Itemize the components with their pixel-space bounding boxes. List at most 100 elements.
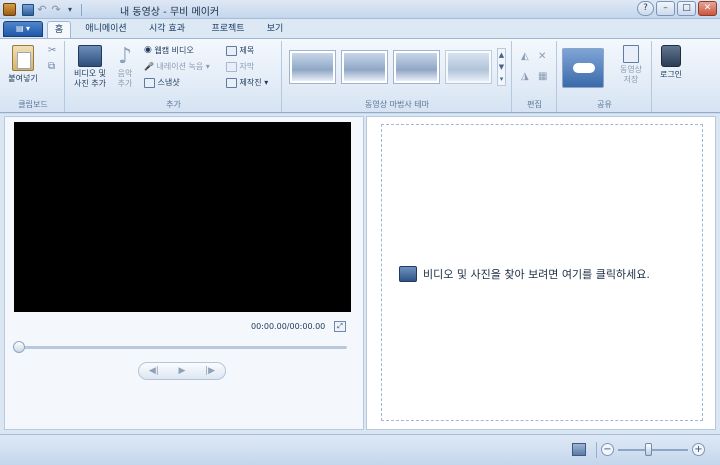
add-videos-label-line1: 비디오 및 (74, 69, 106, 78)
add-videos-photos-button[interactable]: 비디오 및 사진 추가 (68, 45, 112, 89)
record-narration-button[interactable]: 🎤 내레이션 녹음 ▾ (144, 61, 210, 72)
film-strip-icon (399, 266, 417, 282)
zoom-slider-thumb[interactable] (645, 443, 653, 456)
theme-thumbnail[interactable] (341, 50, 388, 84)
timecode: 00:00.00/00:00.00 (251, 322, 326, 331)
minimize-button[interactable]: – (656, 1, 675, 16)
save-movie-button[interactable]: 동영상 저장 (612, 45, 650, 85)
help-button[interactable]: ? (637, 1, 654, 16)
storyboard-pane: 비디오 및 사진을 찾아 보려면 여기를 클릭하세요. (366, 116, 716, 430)
paste-button[interactable]: 붙여넣기 (6, 45, 40, 84)
title-icon (226, 45, 237, 56)
webcam-video-button[interactable]: ◉ 웹캠 비디오 (144, 45, 194, 56)
save-icon[interactable] (22, 3, 34, 16)
storyboard-drop-zone[interactable]: 비디오 및 사진을 찾아 보려면 여기를 클릭하세요. (381, 124, 703, 421)
tab-visual-effects[interactable]: 시각 효과 (141, 21, 193, 38)
browse-media-message: 비디오 및 사진을 찾아 보려면 여기를 클릭하세요. (423, 268, 650, 281)
quick-access-toolbar: ↶ ↷ ▾ (22, 2, 85, 17)
zoom-out-button[interactable]: − (601, 443, 614, 456)
microphone-icon: 🎤 (144, 62, 154, 71)
gallery-more-icon[interactable]: ▾ (498, 73, 505, 85)
movie-maker-app-icon[interactable] (3, 3, 16, 16)
theme-thumbnail[interactable] (289, 50, 336, 84)
snapshot-button[interactable]: 스냅샷 (144, 77, 180, 88)
save-movie-label-line1: 동영상 (619, 65, 643, 74)
narration-dropdown-icon: ▾ (205, 62, 210, 71)
copy-icon[interactable]: ⧉ (48, 61, 55, 72)
customize-toolbar-dropdown-icon[interactable]: ▾ (64, 4, 76, 16)
playback-controls: ◀| ▶ |▶ (138, 362, 226, 380)
caption-button[interactable]: 자막 (226, 61, 254, 72)
caption-icon (226, 61, 237, 72)
credits-button[interactable]: 제작진 ▾ (226, 77, 268, 88)
rotate-left-icon[interactable]: ◭ (521, 51, 529, 62)
add-group-label: 추가 (166, 100, 181, 109)
credits-icon (226, 77, 237, 88)
video-preview-monitor[interactable] (14, 122, 351, 312)
tab-project[interactable]: 프로젝트 (202, 21, 254, 38)
editing-group-label: 편집 (527, 100, 542, 109)
music-note-icon: ♪ (117, 44, 133, 69)
toolbar-divider (81, 3, 82, 16)
title-button[interactable]: 제목 (226, 45, 254, 56)
tab-animations[interactable]: 애니메이션 (77, 21, 135, 38)
save-movie-icon (623, 45, 639, 63)
close-button[interactable]: ✕ (698, 1, 717, 16)
preview-pane: 00:00.00/00:00.00 ⤢ ◀| ▶ |▶ (4, 116, 364, 430)
undo-icon[interactable]: ↶ (36, 3, 48, 16)
automovie-themes-group: ▲ ▼ ▾ 동영상 마법사 테마 (283, 41, 512, 112)
seek-bar[interactable] (15, 346, 347, 349)
narration-label: 내레이션 녹음 (156, 62, 204, 71)
thumbnail-size-icon[interactable] (572, 443, 586, 456)
status-divider (596, 442, 597, 458)
clipboard-group-label: 클립보드 (18, 100, 48, 109)
zoom-slider-track[interactable] (618, 449, 688, 451)
theme-gallery-scroll[interactable]: ▲ ▼ ▾ (497, 48, 506, 86)
window-title: 내 동영상 - 무비 메이커 (120, 7, 220, 18)
cloud-share-icon[interactable] (562, 48, 604, 88)
paste-label: 붙여넣기 (8, 74, 38, 83)
previous-frame-button[interactable]: ◀| (149, 366, 159, 376)
caption-label: 자막 (239, 62, 255, 71)
credits-dropdown-icon: ▾ (264, 78, 269, 87)
ribbon-tab-row: ▤ ▾ 홈 애니메이션 시각 효과 프로젝트 보기 (0, 19, 720, 38)
snapshot-label: 스냅샷 (157, 78, 180, 87)
film-icon (78, 45, 102, 67)
webcam-label: 웹캠 비디오 (154, 46, 194, 55)
login-button[interactable]: 로그인 (656, 45, 686, 80)
browse-media-link[interactable]: 비디오 및 사진을 찾아 보려면 여기를 클릭하세요. (399, 266, 650, 282)
select-all-icon[interactable]: ▦ (538, 71, 547, 82)
seek-thumb[interactable] (13, 341, 25, 353)
file-menu-button[interactable]: ▤ ▾ (3, 21, 43, 37)
status-bar: − + (0, 434, 720, 465)
add-music-label-line2: 추가 (117, 79, 133, 88)
paste-icon (12, 45, 34, 71)
tab-view[interactable]: 보기 (261, 21, 289, 38)
next-frame-button[interactable]: |▶ (205, 366, 215, 376)
title-bar: ↶ ↷ ▾ 내 동영상 - 무비 메이커 ? – □ ✕ (0, 0, 720, 19)
login-label: 로그인 (659, 70, 683, 79)
add-music-button[interactable]: ♪ 음악 추가 (113, 45, 137, 89)
expand-preview-icon[interactable]: ⤢ (334, 321, 346, 332)
theme-thumbnail[interactable] (393, 50, 440, 84)
user-icon (661, 45, 681, 67)
rotate-right-icon[interactable]: ◮ (521, 71, 529, 82)
scroll-up-icon[interactable]: ▲ (498, 49, 505, 61)
remove-icon[interactable]: ✕ (538, 51, 546, 62)
tab-home[interactable]: 홈 (47, 21, 71, 38)
add-music-label-line1: 음악 (117, 69, 133, 78)
cut-icon[interactable]: ✂ (48, 45, 56, 56)
share-group-label: 공유 (597, 100, 612, 109)
clipboard-group: 붙여넣기 ✂ ⧉ 클립보드 (2, 41, 65, 112)
redo-icon[interactable]: ↷ (50, 3, 62, 16)
play-button[interactable]: ▶ (179, 366, 186, 376)
window-controls: ? – □ ✕ (637, 1, 717, 16)
maximize-button[interactable]: □ (677, 1, 696, 16)
credits-label: 제작진 (239, 78, 262, 87)
add-group: 비디오 및 사진 추가 ♪ 음악 추가 ◉ 웹캠 비디오 🎤 내레이션 녹음 ▾… (66, 41, 282, 112)
zoom-in-button[interactable]: + (692, 443, 705, 456)
snapshot-icon (144, 77, 155, 88)
themes-group-label: 동영상 마법사 테마 (365, 100, 429, 109)
theme-thumbnail[interactable] (445, 50, 492, 84)
scroll-down-icon[interactable]: ▼ (498, 61, 505, 73)
